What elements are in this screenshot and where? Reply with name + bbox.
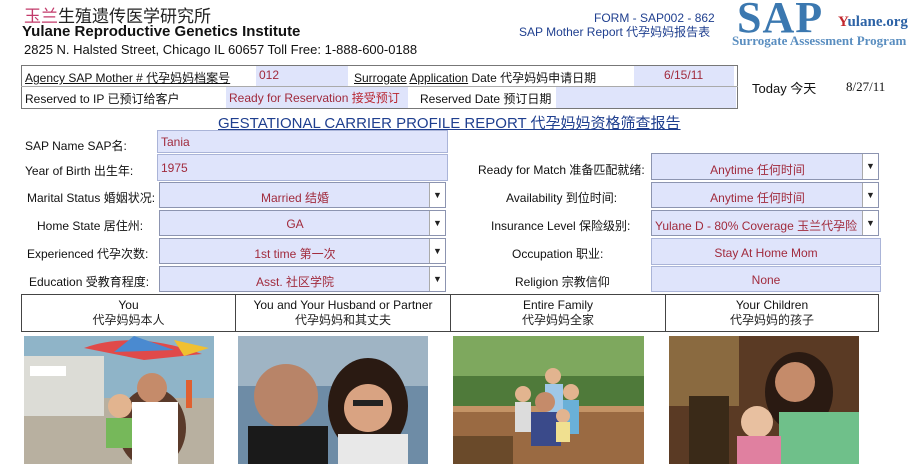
ready-for-match-label: Ready for Match 准备匹配就绪: xyxy=(478,163,645,177)
marital-status-label: Marital Status 婚姻状况: xyxy=(27,191,156,205)
agency-sap-mother-label: Agency SAP Mother # 代孕妈妈档案号 xyxy=(25,71,231,85)
ready-for-match-select[interactable]: Anytime 任何时间 ▼ xyxy=(651,153,879,180)
today-label: Today 今天 xyxy=(752,81,817,96)
photo-children xyxy=(669,336,859,464)
occupation-label: Occupation 职业: xyxy=(512,247,604,261)
education-dropdown-arrow-icon[interactable]: ▼ xyxy=(429,267,445,291)
reserved-date-field[interactable] xyxy=(556,87,736,108)
marital-status-select[interactable]: Married 结婚 ▼ xyxy=(159,182,446,208)
yulane-logo: Yulane.org xyxy=(838,14,908,30)
education-label: Education 受教育程度: xyxy=(29,275,150,289)
availability-select[interactable]: Anytime 任何时间 ▼ xyxy=(651,182,879,208)
sap-logo-subtitle: Surrogate Assessment Program xyxy=(732,33,907,48)
sap-name-label: SAP Name SAP名: xyxy=(25,139,127,153)
religion-label: Religion 宗教信仰 xyxy=(515,275,610,289)
reservation-status-field[interactable]: Ready for Reservation 接受预订 xyxy=(226,87,408,108)
home-state-label: Home State 居住州: xyxy=(37,219,144,233)
availability-dropdown-arrow-icon[interactable]: ▼ xyxy=(862,183,878,207)
form-title: SAP Mother Report 代孕妈妈报告表 xyxy=(519,25,711,39)
insurance-dropdown-arrow-icon[interactable]: ▼ xyxy=(862,211,878,235)
reserved-to-ip-label: Reserved to IP 已预订给客户 xyxy=(25,92,180,106)
insurance-level-select[interactable]: Yulane D - 80% Coverage 玉兰代孕险 ▼ xyxy=(651,210,879,236)
application-date-field[interactable]: 6/15/11 xyxy=(634,66,734,86)
photo-you xyxy=(24,336,214,464)
sap-name-field[interactable]: Tania xyxy=(157,130,448,153)
photo-you-and-partner xyxy=(238,336,428,464)
insurance-level-label: Insurance Level 保险级别: xyxy=(491,219,631,233)
availability-label: Availability 到位时间: xyxy=(506,191,618,205)
experienced-label: Experienced 代孕次数: xyxy=(27,247,149,261)
year-of-birth-field[interactable]: 1975 xyxy=(157,154,448,181)
agency-sap-mother-number-field[interactable]: 012 xyxy=(256,66,348,86)
experienced-dropdown-arrow-icon[interactable]: ▼ xyxy=(429,239,445,263)
photo-header-you-and-partner: You and Your Husband or Partner 代孕妈妈和其丈夫 xyxy=(235,294,451,332)
year-of-birth-label: Year of Birth 出生年: xyxy=(25,164,134,178)
application-date-label: Surrogate Application Date 代孕妈妈申请日期 xyxy=(354,71,597,85)
reserved-date-label: Reserved Date 预订日期 xyxy=(420,92,552,106)
marital-dropdown-arrow-icon[interactable]: ▼ xyxy=(429,183,445,207)
institute-english-name: Yulane Reproductive Genetics Institute xyxy=(22,23,301,40)
institute-address: 2825 N. Halsted Street, Chicago IL 60657… xyxy=(24,42,418,57)
today-date: 8/27/11 xyxy=(846,79,886,94)
photo-header-entire-family: Entire Family 代孕妈妈全家 xyxy=(450,294,666,332)
experienced-select[interactable]: 1st time 第一次 ▼ xyxy=(159,238,446,264)
state-dropdown-arrow-icon[interactable]: ▼ xyxy=(429,211,445,235)
religion-field[interactable]: None xyxy=(651,266,881,292)
photo-header-children: Your Children 代孕妈妈的孩子 xyxy=(665,294,879,332)
ready-dropdown-arrow-icon[interactable]: ▼ xyxy=(862,154,878,179)
photo-entire-family xyxy=(453,336,644,464)
occupation-field[interactable]: Stay At Home Mom xyxy=(651,238,881,265)
education-select[interactable]: Asst. 社区学院 ▼ xyxy=(159,266,446,292)
photo-header-you: You 代孕妈妈本人 xyxy=(21,294,236,332)
home-state-select[interactable]: GA ▼ xyxy=(159,210,446,236)
